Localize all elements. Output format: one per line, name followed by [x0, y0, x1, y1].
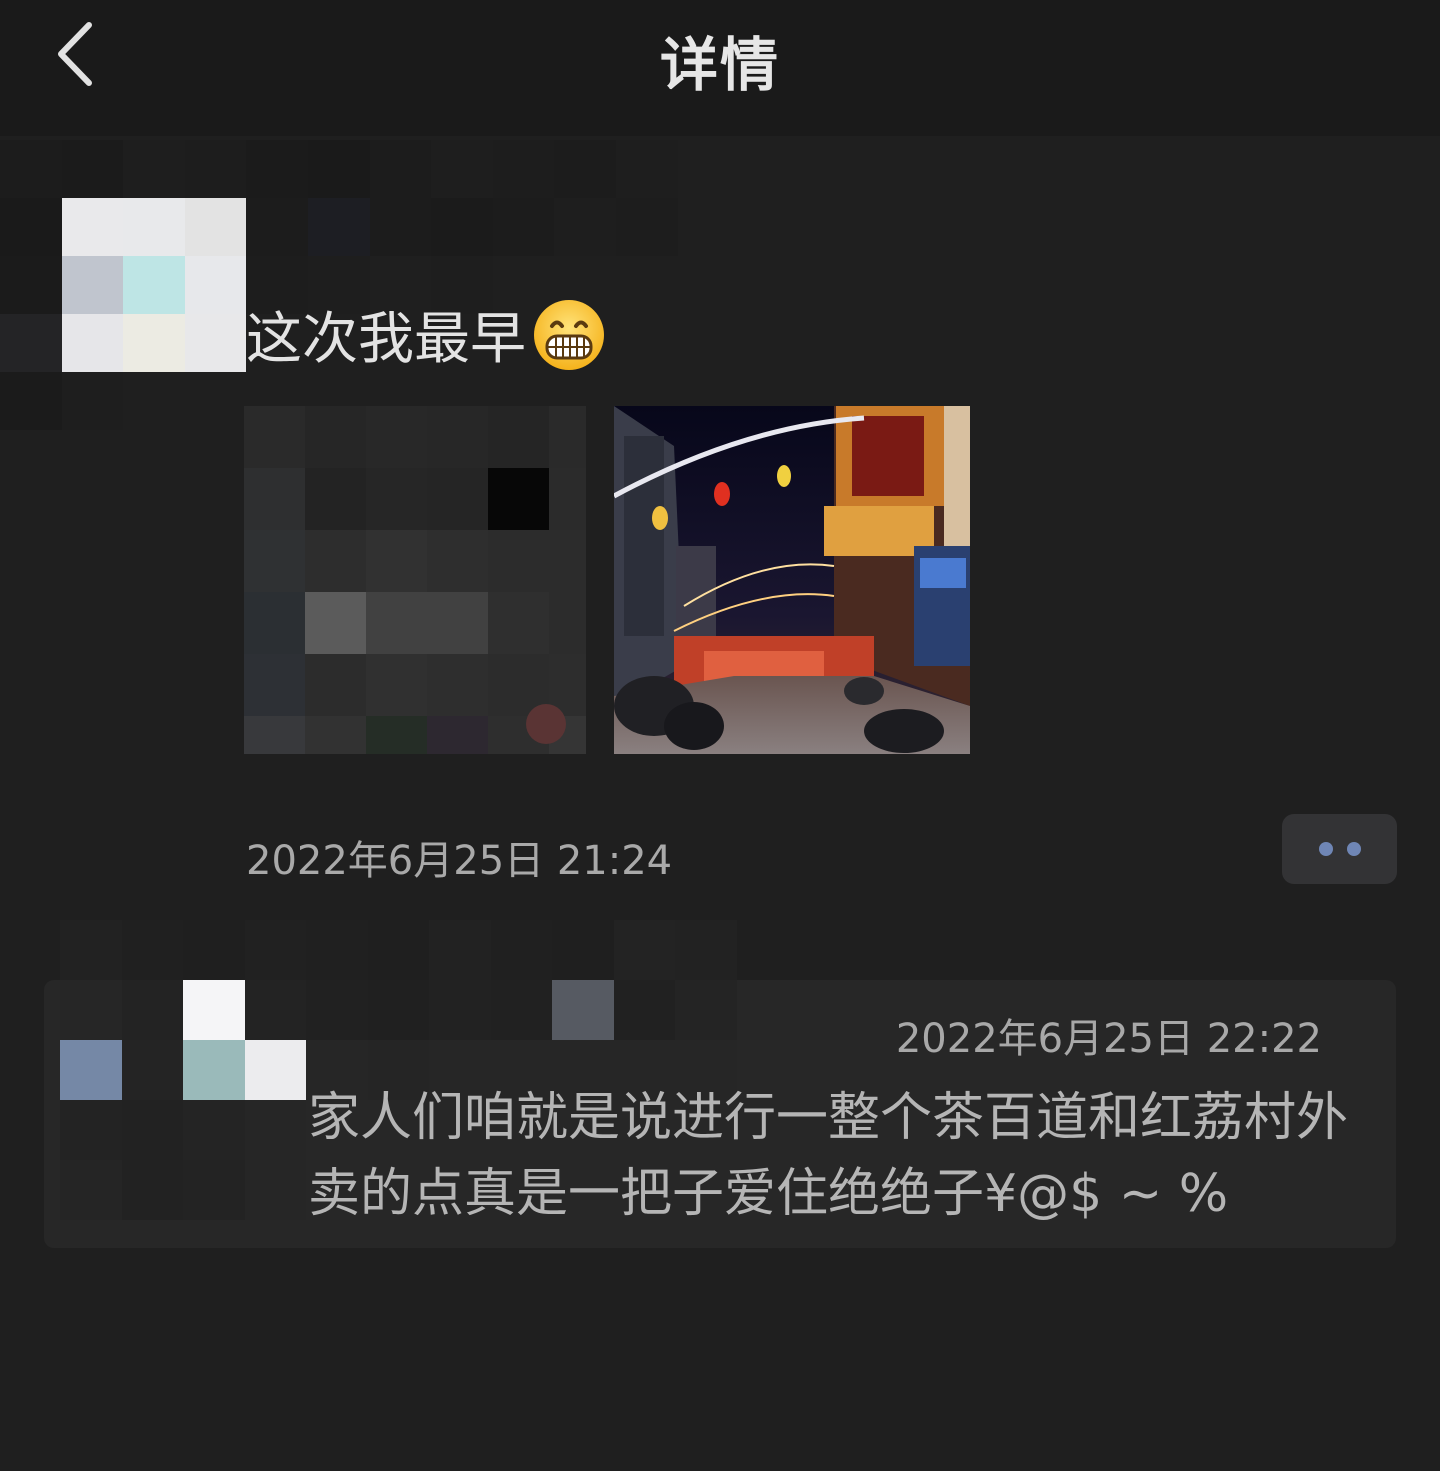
top-bar: 详情: [0, 0, 1440, 136]
post-timestamp: 2022年6月25日 21:24: [246, 838, 673, 884]
post-text: 这次我最早: [246, 307, 526, 372]
post-author-blur: [0, 140, 740, 430]
grinning-face-icon: [534, 299, 604, 370]
post-content: 这次我最早: [246, 294, 606, 375]
street-night-photo: [614, 406, 970, 754]
detail-page: 详情 这次我最早 2022年6月25日 21:24 2022年6月25日 22:…: [0, 0, 1440, 1471]
comment-text[interactable]: 家人们咱就是说进行一整个茶百道和红荔村外卖的点真是一把子爱住绝绝子¥@$ ~ %: [308, 1080, 1348, 1232]
page-title: 详情: [659, 31, 780, 99]
photo-mosaic: [244, 406, 586, 754]
post-photo-2[interactable]: [614, 406, 970, 754]
more-dots-icon: [1346, 842, 1361, 856]
comment-timestamp: 2022年6月25日 22:22: [895, 1016, 1322, 1062]
photo-badge-icon: [526, 704, 566, 744]
post-photo-1[interactable]: [244, 406, 586, 754]
more-options-button[interactable]: [1282, 814, 1397, 884]
more-dots-icon: [1318, 842, 1333, 856]
